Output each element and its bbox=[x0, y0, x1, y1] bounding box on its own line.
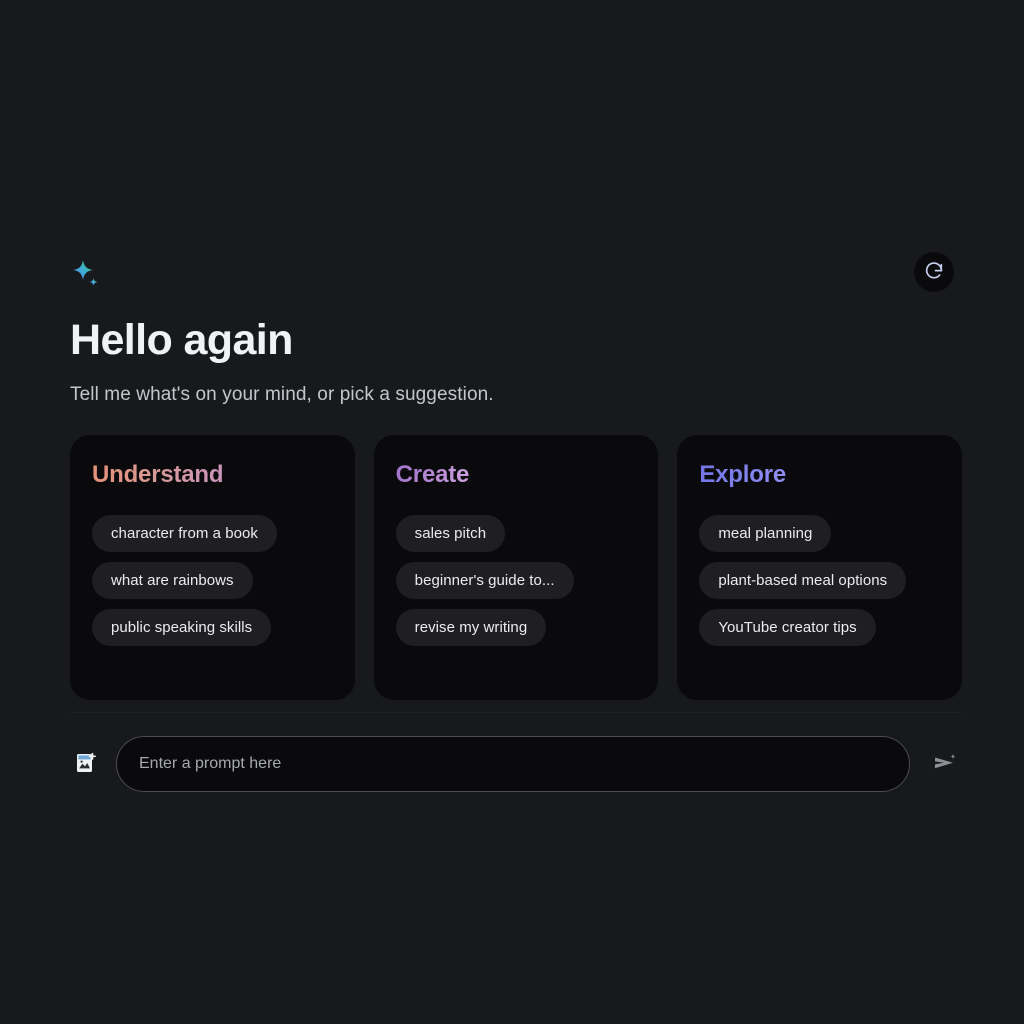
suggestion-chip[interactable]: public speaking skills bbox=[92, 609, 272, 646]
prompt-bar bbox=[70, 736, 962, 792]
prompt-input[interactable] bbox=[116, 736, 910, 792]
sparkle-icon bbox=[70, 258, 102, 290]
suggestion-card-create: Create sales pitch beginner's guide to..… bbox=[373, 435, 659, 700]
chip-list-create: sales pitch beginner's guide to... revis… bbox=[395, 515, 637, 646]
send-button[interactable] bbox=[928, 747, 962, 781]
refresh-button[interactable] bbox=[914, 252, 954, 292]
suggestion-card-explore: Explore meal planning plant-based meal o… bbox=[677, 435, 963, 700]
suggestion-chip[interactable]: plant-based meal options bbox=[699, 562, 907, 599]
suggestion-chip[interactable]: beginner's guide to... bbox=[395, 562, 574, 599]
page-title: Hello again bbox=[70, 316, 293, 364]
divider bbox=[70, 712, 962, 713]
add-image-icon bbox=[73, 750, 99, 779]
suggestion-chip[interactable]: sales pitch bbox=[395, 515, 506, 552]
page-subtitle: Tell me what's on your mind, or pick a s… bbox=[70, 384, 494, 405]
chip-list-understand: character from a book what are rainbows … bbox=[92, 515, 333, 646]
gemini-home-screen: Hello again Tell me what's on your mind,… bbox=[0, 0, 1024, 1024]
card-title-explore: Explore bbox=[699, 461, 786, 488]
suggestion-chip[interactable]: YouTube creator tips bbox=[699, 609, 876, 646]
suggestion-card-understand: Understand character from a book what ar… bbox=[70, 435, 355, 700]
card-title-create: Create bbox=[395, 461, 470, 488]
refresh-icon bbox=[923, 260, 945, 285]
add-image-button[interactable] bbox=[70, 748, 102, 780]
top-row bbox=[70, 252, 954, 308]
suggestion-chip[interactable]: revise my writing bbox=[395, 609, 547, 646]
suggestion-chip[interactable]: what are rainbows bbox=[92, 562, 253, 599]
card-title-understand: Understand bbox=[92, 461, 224, 488]
suggestion-cards: Understand character from a book what ar… bbox=[70, 435, 963, 700]
send-sparkle-icon bbox=[931, 749, 959, 780]
chip-list-explore: meal planning plant-based meal options Y… bbox=[699, 515, 940, 646]
suggestion-chip[interactable]: meal planning bbox=[699, 515, 832, 552]
suggestion-chip[interactable]: character from a book bbox=[92, 515, 277, 552]
